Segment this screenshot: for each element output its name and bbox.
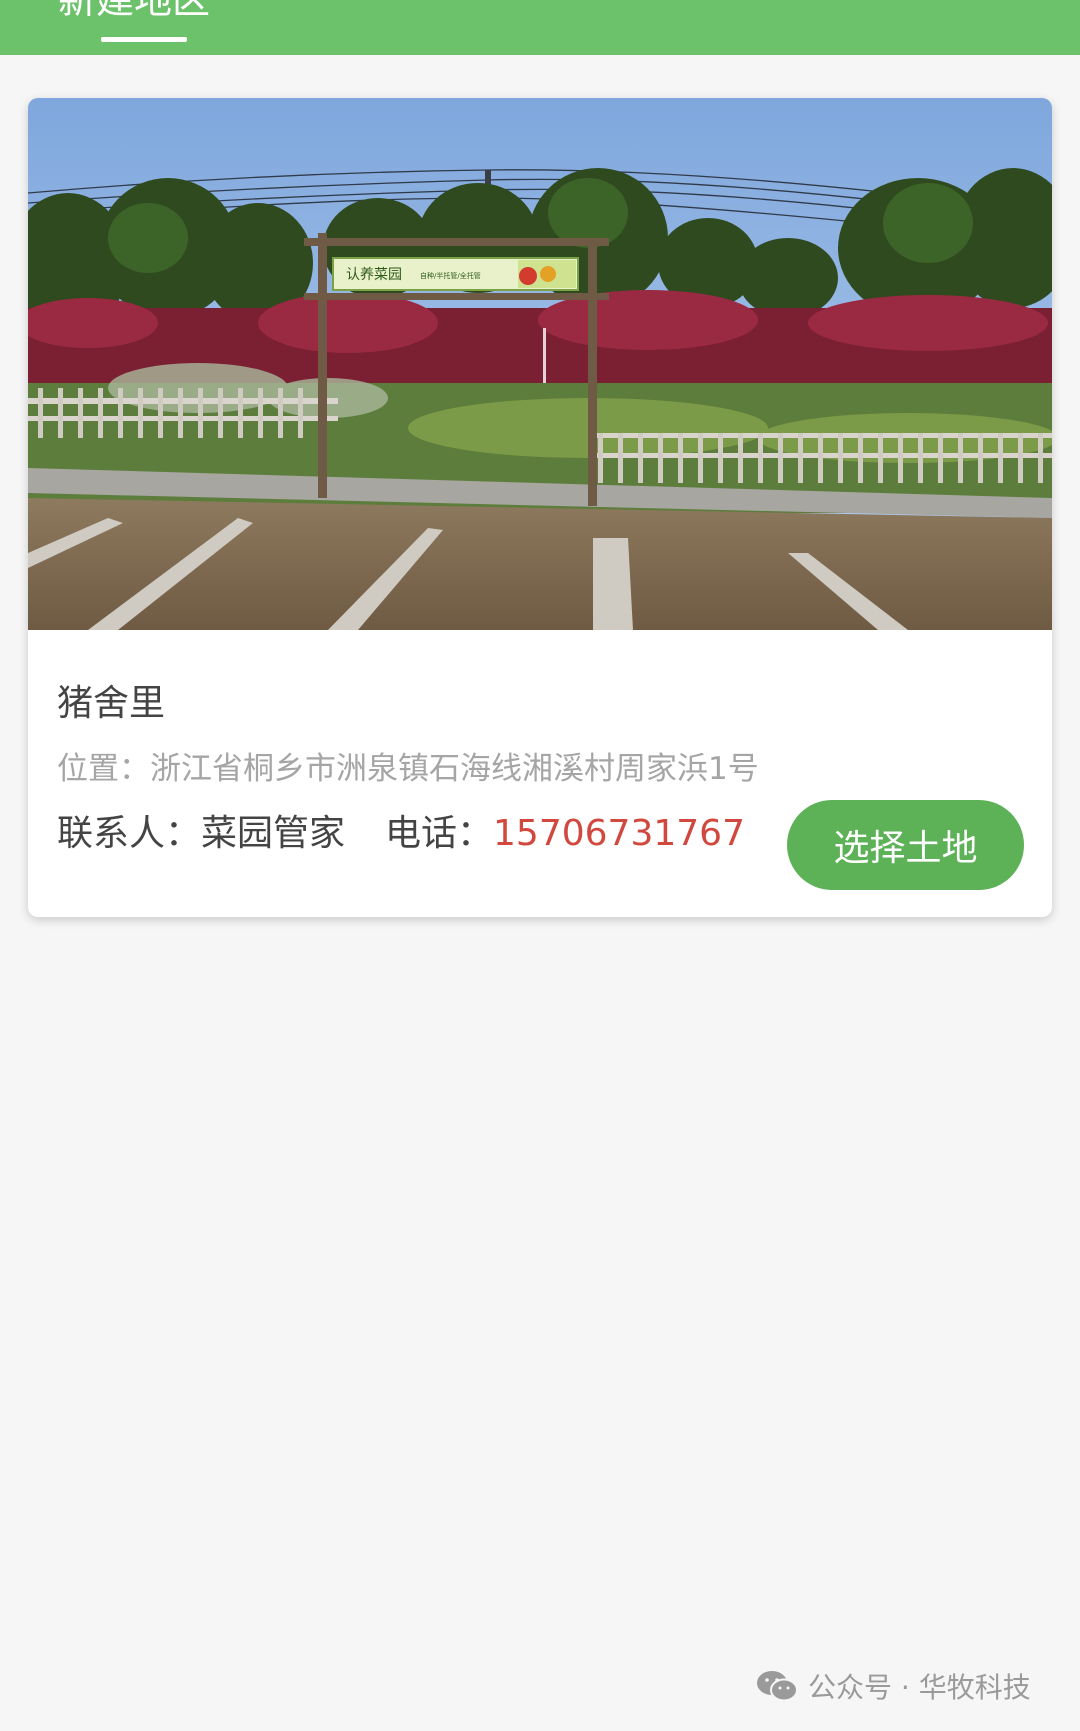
watermark: 公众号 · 华牧科技 xyxy=(756,1664,1031,1708)
wechat-icon xyxy=(757,1671,798,1702)
tab-new-region[interactable]: 新建地区 xyxy=(58,0,210,22)
sign-title: 认养菜园 xyxy=(346,267,402,283)
watermark-text: 公众号 · 华牧科技 xyxy=(808,1671,1031,1704)
contact-label: 联系人：菜园管家 xyxy=(57,813,346,854)
garden-photo: 认养菜园 自种/半托管/全托管 xyxy=(28,98,1052,630)
sign-subtitle: 自种/半托管/全托管 xyxy=(420,271,481,280)
top-nav-bar: 新建地区 xyxy=(0,0,1080,55)
select-land-button[interactable]: 选择土地 xyxy=(787,800,1024,890)
contact-row: 联系人：菜园管家 电话：15706731767 xyxy=(57,804,745,856)
tab-active-indicator xyxy=(101,37,187,42)
garden-address: 位置：浙江省桐乡市洲泉镇石海线湘溪村周家浜1号 xyxy=(57,751,759,787)
garden-name: 猪舍里 xyxy=(57,683,166,724)
phone-label: 电话： xyxy=(385,813,494,854)
phone-number[interactable]: 15706731767 xyxy=(493,813,745,854)
garden-card[interactable]: 认养菜园 自种/半托管/全托管 猪舍里 位置：浙江省桐乡市洲泉镇石海线湘溪村周家… xyxy=(28,98,1052,917)
